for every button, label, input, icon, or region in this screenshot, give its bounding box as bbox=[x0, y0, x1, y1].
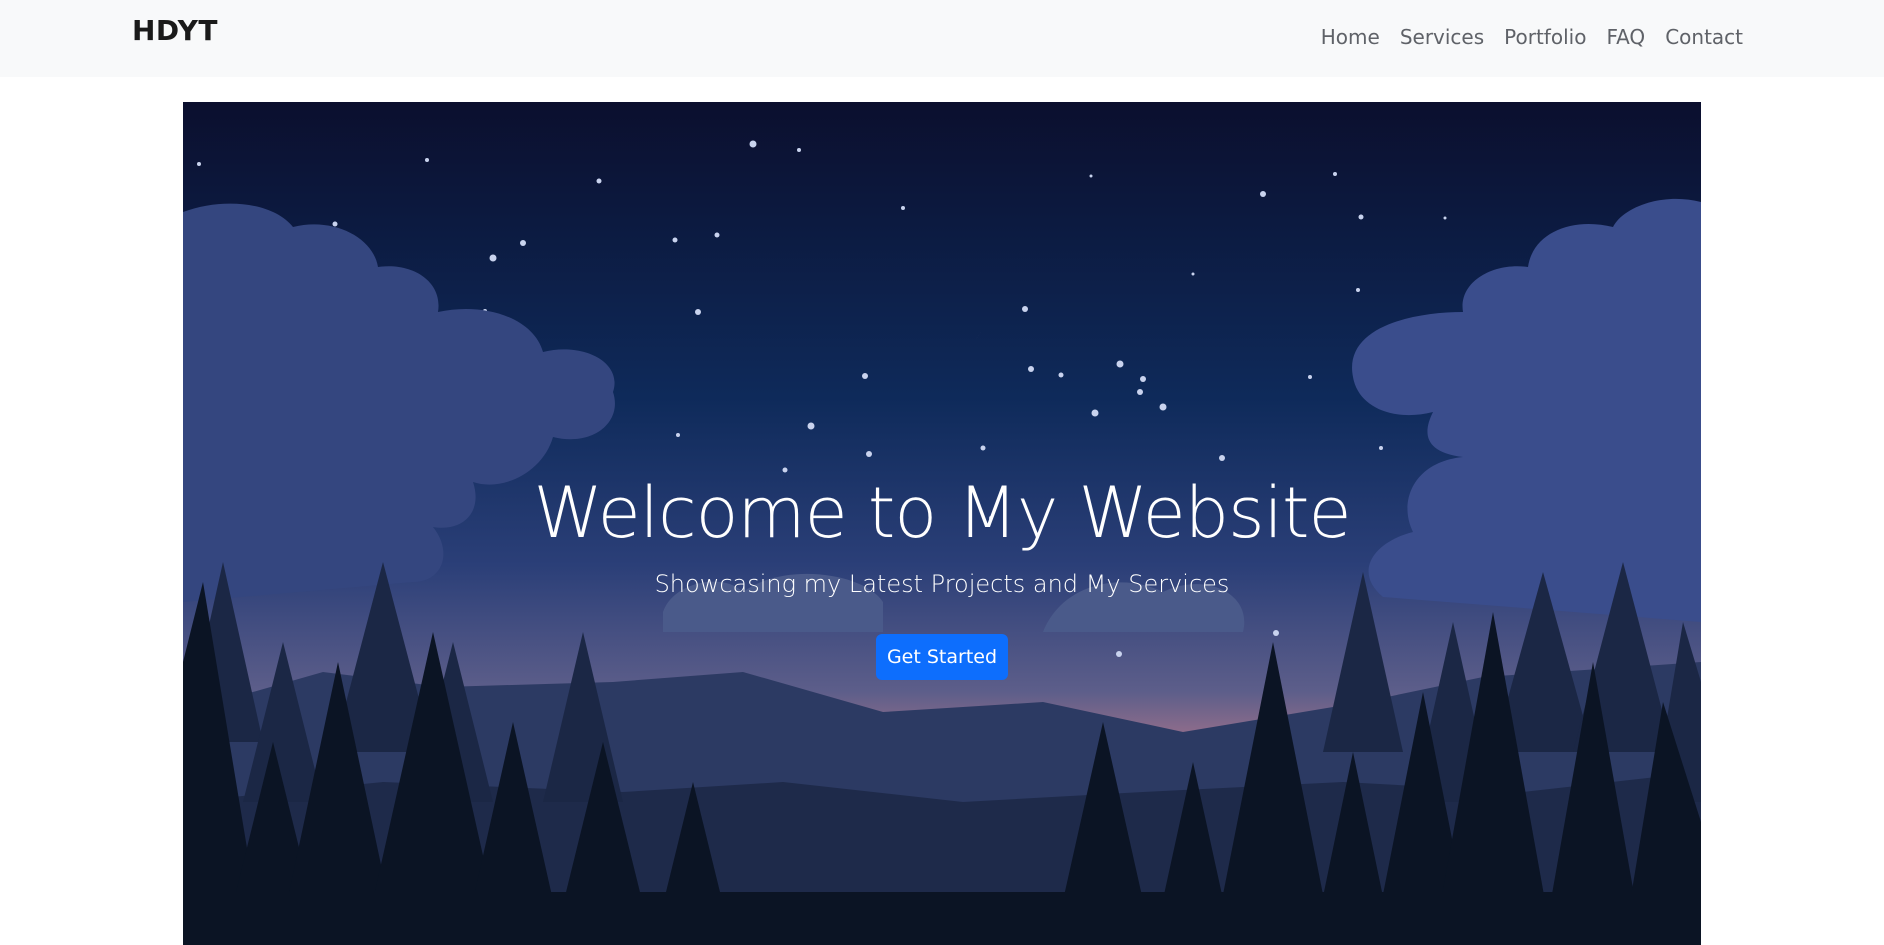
nav-links: Home Services Portfolio FAQ Contact bbox=[1311, 25, 1743, 49]
hero-section: Welcome to My Website Showcasing my Late… bbox=[183, 102, 1701, 945]
nav-link-faq[interactable]: FAQ bbox=[1596, 25, 1655, 49]
hero-subtitle: Showcasing my Latest Projects and My Ser… bbox=[654, 570, 1230, 598]
ground bbox=[183, 892, 1701, 945]
nav-link-portfolio[interactable]: Portfolio bbox=[1494, 25, 1596, 49]
get-started-button[interactable]: Get Started bbox=[876, 634, 1008, 680]
nav-link-services[interactable]: Services bbox=[1390, 25, 1494, 49]
navbar: HDYT Home Services Portfolio FAQ Contact bbox=[0, 0, 1884, 77]
hero-title: Welcome to My Website bbox=[533, 472, 1351, 554]
brand-logo[interactable]: HDYT bbox=[132, 14, 218, 47]
nav-link-home[interactable]: Home bbox=[1311, 25, 1390, 49]
nav-link-contact[interactable]: Contact bbox=[1655, 25, 1743, 49]
